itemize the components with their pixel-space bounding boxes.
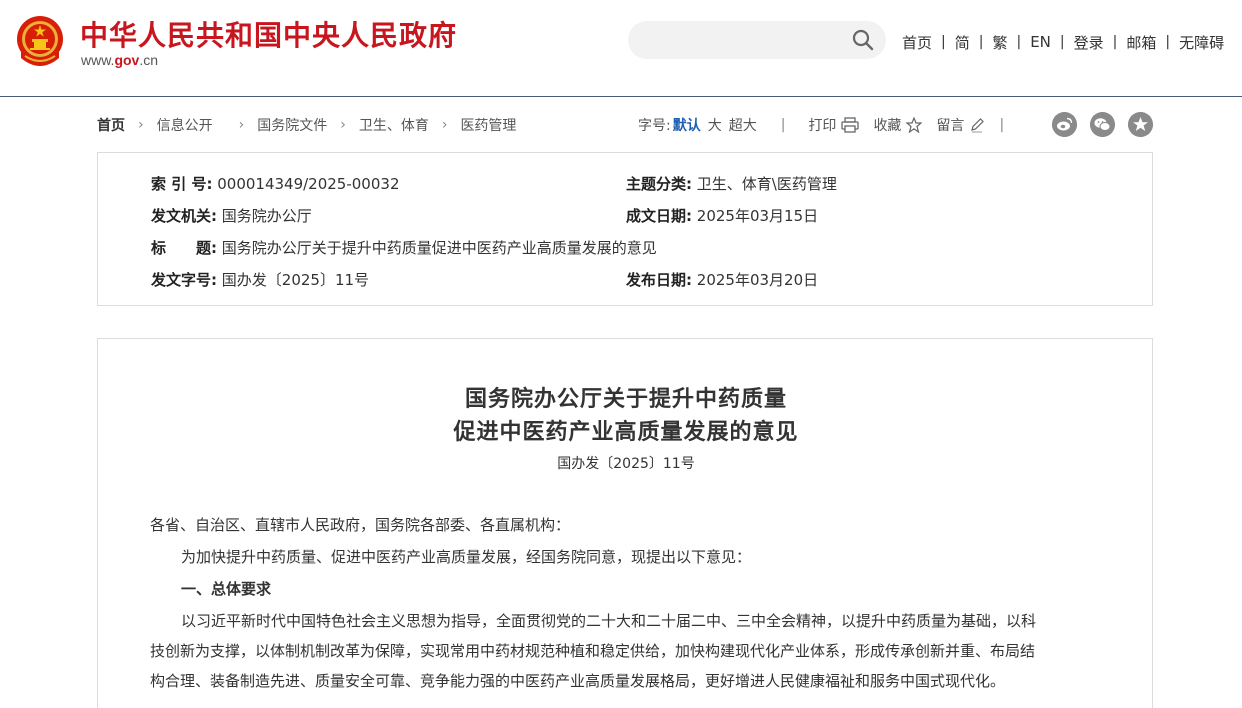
- nav-separator: |: [978, 34, 984, 50]
- article-body-line: 构合理、装备制造先进、质量安全可靠、竞争能力强的中医药产业高质量发展格局，更好增…: [150, 672, 1006, 690]
- meta-label: 主题分类:: [626, 175, 692, 193]
- meta-label: 标 题:: [151, 239, 217, 257]
- meta-label: 索 引 号:: [151, 175, 213, 193]
- article-title-line-2: 促进中医药产业高质量发展的意见: [453, 419, 799, 445]
- breadcrumb: 首页 › 信息公开 › 国务院文件 › 卫生、体育 › 医药管理: [97, 115, 516, 135]
- tools-divider: |: [999, 117, 1005, 133]
- document-meta-table: 索 引 号: 000014349/2025-00032 主题分类: 卫生、体育\…: [97, 152, 1153, 306]
- wechat-icon[interactable]: [1090, 112, 1115, 137]
- weibo-icon[interactable]: [1052, 112, 1077, 137]
- print-icon: [841, 117, 860, 133]
- meta-value: 2025年03月15日: [696, 207, 819, 225]
- article-doc-number: 国办发〔2025〕11号: [557, 456, 695, 472]
- site-header: 中华人民共和国中央人民政府 www.gov.cn 首页 | 简 | 繁 | EN…: [0, 0, 1242, 97]
- site-url-prefix: www.: [81, 52, 115, 68]
- breadcrumb-medicine-mgmt[interactable]: 医药管理: [460, 115, 516, 135]
- meta-issuer: 发文机关: 国务院办公厅: [151, 205, 312, 226]
- nav-traditional[interactable]: 繁: [992, 32, 1007, 53]
- font-size-default[interactable]: 默认: [673, 115, 701, 135]
- chevron-right-icon: ›: [441, 117, 448, 133]
- nav-separator: |: [1112, 34, 1118, 50]
- meta-value: 2025年03月20日: [696, 271, 819, 289]
- article-salutation: 各省、自治区、直辖市人民政府，国务院各部委、各直属机构：: [150, 516, 571, 534]
- article-body-line: 以习近平新时代中国特色社会主义思想为指导，全面贯彻党的二十大和二十届二中、三中全…: [181, 612, 1037, 630]
- meta-label: 发布日期:: [626, 271, 692, 289]
- meta-value: 000014349/2025-00032: [217, 175, 400, 193]
- top-navigation: 首页 | 简 | 繁 | EN | 登录 | 邮箱 | 无障碍: [902, 32, 1224, 52]
- meta-doc-no: 发文字号: 国办发〔2025〕11号: [151, 269, 369, 290]
- pencil-icon: [971, 118, 985, 133]
- nav-simplified[interactable]: 简: [955, 32, 970, 53]
- section-heading: 一、总体要求: [181, 580, 272, 598]
- chevron-right-icon: ›: [238, 117, 245, 133]
- more-share-icon[interactable]: [1128, 112, 1153, 137]
- meta-index-no: 索 引 号: 000014349/2025-00032: [151, 173, 399, 194]
- search-input[interactable]: [644, 29, 848, 53]
- breadcrumb-health-sports[interactable]: 卫生、体育: [359, 115, 429, 135]
- national-emblem-icon[interactable]: [15, 14, 65, 68]
- nav-separator: |: [941, 34, 946, 50]
- nav-separator: |: [1165, 34, 1171, 50]
- meta-written-date: 成文日期: 2025年03月15日: [626, 205, 818, 226]
- meta-label: 成文日期:: [626, 207, 692, 225]
- meta-label: 发文字号:: [151, 271, 217, 289]
- breadcrumb-home[interactable]: 首页: [97, 115, 125, 135]
- site-url[interactable]: www.gov.cn: [81, 52, 158, 68]
- star-icon: [906, 117, 923, 133]
- article-tools: 字号: 默认 大 超大 | 打印 收藏 留言 |: [638, 115, 1004, 135]
- article-content: 国务院办公厅关于提升中药质量 促进中医药产业高质量发展的意见 国办发〔2025〕…: [97, 338, 1153, 708]
- nav-separator: |: [1016, 34, 1022, 50]
- meta-value: 卫生、体育\医药管理: [696, 175, 837, 193]
- nav-accessibility[interactable]: 无障碍: [1179, 32, 1224, 53]
- article-body-line: 技创新为支撑，以体制机制改革为保障，实现常用中药材规范种植和稳定供给，加快构建现…: [150, 642, 1036, 660]
- site-title[interactable]: 中华人民共和国中央人民政府: [80, 14, 457, 54]
- nav-home[interactable]: 首页: [902, 32, 932, 53]
- meta-title: 标 题: 国务院办公厅关于提升中药质量促进中医药产业高质量发展的意见: [151, 237, 657, 258]
- meta-value: 国办发〔2025〕11号: [221, 271, 370, 289]
- font-size-large[interactable]: 大: [708, 115, 722, 135]
- nav-mail[interactable]: 邮箱: [1126, 32, 1156, 53]
- site-url-brand: gov: [114, 52, 140, 68]
- nav-login[interactable]: 登录: [1074, 32, 1104, 53]
- meta-value: 国务院办公厅关于提升中药质量促进中医药产业高质量发展的意见: [221, 239, 657, 257]
- site-url-suffix: .cn: [139, 52, 159, 68]
- tools-divider: |: [780, 117, 786, 133]
- meta-category: 主题分类: 卫生、体育\医药管理: [626, 173, 837, 194]
- font-size-label: 字号:: [638, 118, 671, 134]
- article-title-line-1: 国务院办公厅关于提升中药质量: [464, 386, 787, 412]
- favorite-button[interactable]: 收藏: [873, 115, 923, 135]
- chevron-right-icon: ›: [138, 117, 144, 133]
- chevron-right-icon: ›: [340, 117, 346, 133]
- search-icon[interactable]: [852, 29, 874, 51]
- comment-label: 留言: [936, 118, 965, 134]
- print-button[interactable]: 打印: [808, 115, 860, 135]
- comment-button[interactable]: 留言: [936, 115, 985, 135]
- nav-english[interactable]: EN: [1030, 33, 1051, 51]
- print-label: 打印: [808, 118, 837, 134]
- meta-value: 国务院办公厅: [221, 207, 312, 225]
- font-size-xlarge[interactable]: 超大: [729, 115, 757, 135]
- article-intro: 为加快提升中药质量、促进中医药产业高质量发展，经国务院同意，现提出以下意见：: [181, 548, 752, 566]
- breadcrumb-info-public[interactable]: 信息公开: [157, 115, 213, 135]
- nav-separator: |: [1059, 34, 1065, 50]
- meta-label: 发文机关:: [151, 207, 217, 225]
- search-box: [628, 21, 886, 59]
- breadcrumb-state-council-docs[interactable]: 国务院文件: [257, 115, 327, 135]
- meta-publish-date: 发布日期: 2025年03月20日: [626, 269, 818, 290]
- favorite-label: 收藏: [873, 118, 902, 134]
